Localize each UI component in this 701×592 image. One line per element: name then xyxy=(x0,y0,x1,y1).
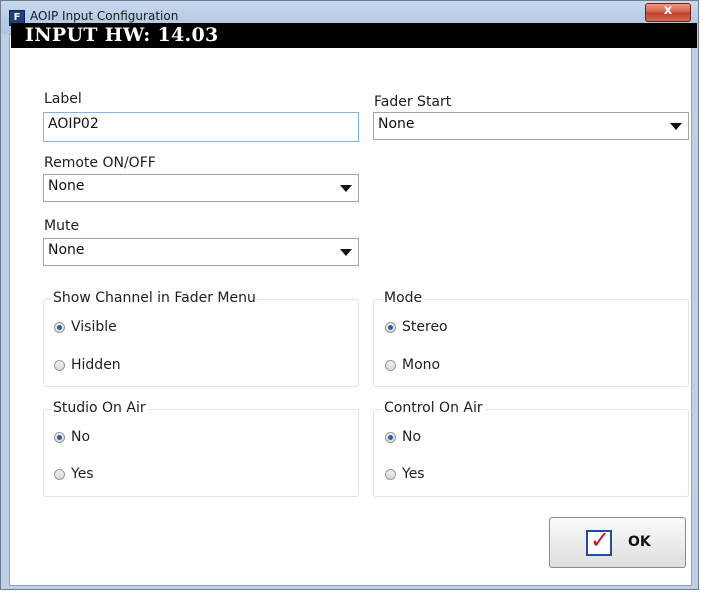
radio-visible-label: Visible xyxy=(71,319,117,335)
radio-selected-icon xyxy=(385,321,396,333)
fader-start-value: None xyxy=(378,116,415,132)
radio-unselected-icon xyxy=(54,359,65,371)
radio-studio-yes-label: Yes xyxy=(71,466,94,482)
radio-mono-label: Mono xyxy=(402,357,441,373)
radio-visible[interactable]: Visible xyxy=(54,319,117,335)
control-on-air-group xyxy=(373,409,689,497)
input-hw-title: INPUT HW: 14.03 xyxy=(25,24,219,46)
radio-control-yes[interactable]: Yes xyxy=(385,466,425,482)
radio-stereo-label: Stereo xyxy=(402,319,448,335)
mode-title: Mode xyxy=(382,290,425,306)
mode-group xyxy=(373,299,689,387)
radio-selected-icon xyxy=(54,431,65,443)
studio-on-air-title: Studio On Air xyxy=(51,400,148,416)
radio-hidden-label: Hidden xyxy=(71,357,121,373)
show-channel-title: Show Channel in Fader Menu xyxy=(51,290,258,306)
radio-control-no[interactable]: No xyxy=(385,429,421,445)
ok-button[interactable]: ✓ OK xyxy=(549,517,686,568)
chevron-down-icon xyxy=(670,123,682,130)
fader-start-label: Fader Start xyxy=(374,94,452,110)
window-title: AOIP Input Configuration xyxy=(30,9,179,23)
label-field-label: Label xyxy=(44,91,82,107)
control-on-air-title: Control On Air xyxy=(382,400,485,416)
radio-unselected-icon xyxy=(385,468,396,480)
remote-onoff-label: Remote ON/OFF xyxy=(44,155,156,171)
radio-selected-icon xyxy=(385,431,396,443)
radio-hidden[interactable]: Hidden xyxy=(54,357,121,373)
input-hw-header: INPUT HW: 14.03 xyxy=(11,23,697,48)
chevron-down-icon xyxy=(340,185,352,192)
radio-stereo[interactable]: Stereo xyxy=(385,319,448,335)
mute-value: None xyxy=(48,242,85,258)
radio-unselected-icon xyxy=(54,468,65,480)
radio-studio-no[interactable]: No xyxy=(54,429,90,445)
radio-mono[interactable]: Mono xyxy=(385,357,440,373)
radio-studio-yes[interactable]: Yes xyxy=(54,466,94,482)
ok-button-label: OK xyxy=(628,534,651,550)
radio-studio-no-label: No xyxy=(71,429,91,445)
radio-unselected-icon xyxy=(385,359,396,371)
show-channel-group xyxy=(43,299,359,387)
close-button[interactable]: x xyxy=(645,3,691,22)
mute-select[interactable]: None xyxy=(43,238,359,266)
radio-control-no-label: No xyxy=(402,429,422,445)
remote-onoff-value: None xyxy=(48,178,85,194)
radio-control-yes-label: Yes xyxy=(402,466,425,482)
checkmark-icon: ✓ xyxy=(586,526,612,556)
fader-start-select[interactable]: None xyxy=(373,112,689,140)
close-icon: x xyxy=(663,3,673,18)
remote-onoff-select[interactable]: None xyxy=(43,174,359,202)
label-input[interactable]: AOIP02 xyxy=(43,112,359,142)
chevron-down-icon xyxy=(340,249,352,256)
studio-on-air-group xyxy=(43,409,359,497)
mute-label: Mute xyxy=(44,218,80,234)
radio-selected-icon xyxy=(54,321,65,333)
